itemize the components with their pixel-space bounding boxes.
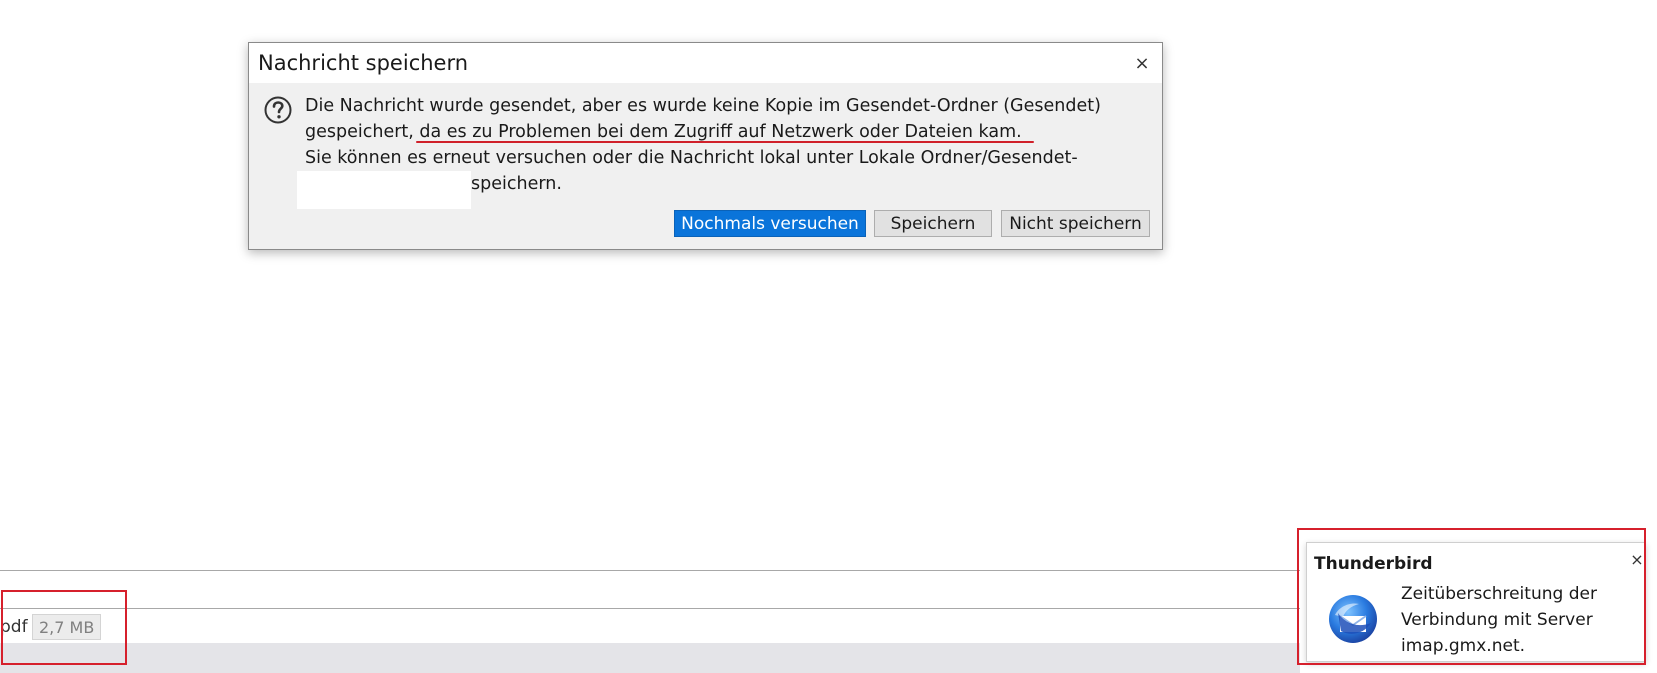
attachment-bar — [0, 608, 1300, 643]
status-bar — [0, 643, 1300, 673]
dialog-message: Die Nachricht wurde gesendet, aber es wu… — [297, 93, 1105, 209]
message-text: speichern. — [471, 174, 562, 194]
save-message-dialog: Nachricht speichern × Die Nachricht wurd… — [248, 42, 1163, 250]
question-icon — [264, 96, 292, 124]
annotation-box — [1, 590, 127, 665]
underlined-text: da es zu Problemen bei dem Zugriff auf N… — [413, 122, 1022, 142]
message-line: gespeichert, da es zu Problemen bei dem … — [305, 119, 1105, 145]
message-text: gespeichert, — [305, 122, 414, 142]
message-line: Sie können es erneut versuchen oder die … — [305, 148, 1078, 168]
dont-save-button[interactable]: Nicht speichern — [1001, 210, 1150, 237]
close-icon[interactable]: × — [1128, 49, 1156, 77]
annotation-box — [1297, 528, 1646, 665]
message-line: Die Nachricht wurde gesendet, aber es wu… — [305, 96, 1101, 116]
dialog-titlebar: Nachricht speichern × — [249, 43, 1162, 83]
retry-button[interactable]: Nochmals versuchen — [674, 210, 866, 237]
save-button[interactable]: Speichern — [874, 210, 992, 237]
redaction-box — [297, 171, 471, 209]
message-line: speichern. — [297, 171, 1105, 209]
divider — [0, 570, 1300, 571]
divider — [0, 608, 1300, 609]
dialog-title: Nachricht speichern — [258, 51, 469, 75]
